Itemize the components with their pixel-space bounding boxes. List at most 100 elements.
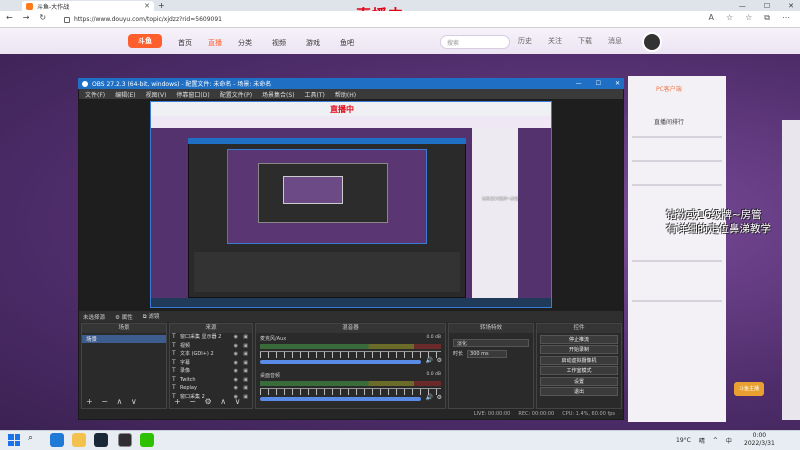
gear-icon[interactable]: ⚙ xyxy=(437,394,442,401)
tray-expand-icon[interactable]: ^ xyxy=(713,437,718,444)
visibility-icon[interactable]: ◉ xyxy=(234,384,238,393)
source-item[interactable]: 录像 ◉ ▣ xyxy=(170,367,252,376)
properties-button[interactable]: ⚙ 属性 xyxy=(115,313,133,321)
start-virtual-camera-button[interactable]: 启动虚拟摄像机 xyxy=(540,355,618,365)
follow-icon[interactable]: 关注 xyxy=(548,36,562,46)
source-item[interactable]: 窗口采集 显示器 2 ◉ ▣ xyxy=(170,333,252,342)
obs-close-button[interactable]: ✕ xyxy=(615,80,620,87)
visibility-icon[interactable]: ◉ xyxy=(234,376,238,385)
nav-home[interactable]: 首页 xyxy=(178,38,192,48)
minimize-button[interactable]: — xyxy=(739,2,746,10)
taskbar-clock[interactable]: 0:00 2022/3/31 xyxy=(744,432,775,448)
source-item[interactable]: 字幕 ◉ ▣ xyxy=(170,359,252,368)
lock-icon[interactable]: ▣ xyxy=(243,359,248,368)
collections-icon[interactable]: ⧉ xyxy=(764,13,770,23)
nav-games[interactable]: 游戏 xyxy=(306,38,320,48)
source-item[interactable]: 文本 (GDI+) 2 ◉ ▣ xyxy=(170,350,252,359)
obs-maximize-button[interactable]: ☐ xyxy=(596,80,601,87)
nav-video[interactable]: 视频 xyxy=(272,38,286,48)
menu-scene-collection[interactable]: 场景集合(S) xyxy=(262,90,295,99)
stop-streaming-button[interactable]: 停止推流 xyxy=(540,334,618,344)
studio-mode-button[interactable]: 工作室模式 xyxy=(540,366,618,375)
settings-button[interactable]: 设置 xyxy=(540,376,618,386)
forward-icon[interactable]: → xyxy=(23,13,30,22)
menu-docks[interactable]: 停靠窗口(D) xyxy=(176,90,209,99)
nav-category[interactable]: 分类 xyxy=(238,38,252,48)
message-icon[interactable]: 消息 xyxy=(608,36,622,46)
favorites-list-icon[interactable]: ☆ xyxy=(745,13,752,23)
maximize-button[interactable]: ☐ xyxy=(764,2,770,10)
avatar[interactable] xyxy=(642,32,662,52)
back-icon[interactable]: ← xyxy=(6,13,13,22)
menu-file[interactable]: 文件(F) xyxy=(85,90,105,99)
scenes-controls[interactable]: + − ∧ ∨ xyxy=(86,397,140,406)
gear-icon[interactable]: ⚙ xyxy=(437,357,442,364)
visibility-icon[interactable]: ◉ xyxy=(234,342,238,351)
obs-taskbar-icon[interactable] xyxy=(118,433,132,447)
site-logo[interactable]: 斗鱼 xyxy=(128,34,162,48)
duration-input[interactable]: 300 ms xyxy=(467,350,508,358)
source-item[interactable]: 视频 ◉ ▣ xyxy=(170,342,252,351)
lock-icon[interactable]: ▣ xyxy=(243,342,248,351)
source-item[interactable]: Replay ◉ ▣ xyxy=(170,384,252,393)
overlay-line-2: 有详细的走位鼻涕教学 xyxy=(666,223,771,235)
steam-icon[interactable] xyxy=(94,433,108,447)
volume-slider[interactable] xyxy=(260,360,421,364)
visibility-icon[interactable]: ◉ xyxy=(234,333,238,342)
refresh-icon[interactable]: ↻ xyxy=(39,13,46,22)
clock-time: 0:00 xyxy=(752,432,767,439)
lock-icon[interactable]: ▣ xyxy=(243,333,248,342)
lock-icon[interactable]: ▣ xyxy=(243,367,248,376)
favorite-icon[interactable]: ☆ xyxy=(726,13,733,23)
lock-icon[interactable]: ▣ xyxy=(243,384,248,393)
browser-tab[interactable]: 斗鱼-大作战 ✕ xyxy=(22,1,154,11)
volume-meter xyxy=(260,381,441,386)
volume-slider[interactable] xyxy=(260,397,421,401)
scene-item[interactable]: 场景 xyxy=(82,335,166,343)
transition-select[interactable]: 淡化 xyxy=(453,339,529,347)
input-method-icon[interactable]: 中 xyxy=(726,436,732,445)
site-search-input[interactable]: 搜索 xyxy=(440,35,510,49)
nav-live[interactable]: 直播 xyxy=(208,38,222,48)
sources-controls[interactable]: + − ⚙ ∧ ∨ xyxy=(174,397,243,406)
transitions-dock: 转场特效 淡化 时长 300 ms xyxy=(448,323,534,409)
speaker-icon[interactable]: 🔊 xyxy=(426,394,433,401)
menu-edit[interactable]: 编辑(E) xyxy=(115,90,135,99)
visibility-icon[interactable]: ◉ xyxy=(234,359,238,368)
nav-fishbar[interactable]: 鱼吧 xyxy=(340,38,354,48)
visibility-icon[interactable]: ◉ xyxy=(234,367,238,376)
tab-close-icon[interactable]: ✕ xyxy=(144,2,150,10)
history-icon[interactable]: 历史 xyxy=(518,36,532,46)
edge-icon[interactable] xyxy=(50,433,64,447)
menu-view[interactable]: 视图(V) xyxy=(146,90,167,99)
close-button[interactable]: ✕ xyxy=(788,2,794,10)
browser-toolbar-icons: A ☆ ☆ ⧉ ⋯ xyxy=(708,13,790,23)
menu-help[interactable]: 帮助(H) xyxy=(335,90,356,99)
menu-profile[interactable]: 配置文件(P) xyxy=(220,90,252,99)
pc-client-link[interactable]: PC客户端 xyxy=(656,84,682,93)
weather-condition[interactable]: 晴 xyxy=(699,436,705,445)
lock-icon[interactable]: ▣ xyxy=(243,393,248,402)
start-icon[interactable] xyxy=(8,434,20,446)
read-aloud-icon[interactable]: A xyxy=(708,13,713,23)
obs-minimize-button[interactable]: — xyxy=(576,80,582,87)
more-icon[interactable]: ⋯ xyxy=(782,13,790,23)
menu-tools[interactable]: 工具(T) xyxy=(305,90,325,99)
start-recording-button[interactable]: 开始录制 xyxy=(540,345,618,354)
wechat-icon[interactable] xyxy=(140,433,154,447)
lock-icon[interactable]: ▣ xyxy=(243,376,248,385)
exit-button[interactable]: 退出 xyxy=(540,387,618,396)
new-tab-button[interactable]: + xyxy=(158,1,165,10)
lock-icon[interactable]: ▣ xyxy=(243,350,248,359)
download-icon[interactable]: 下载 xyxy=(578,36,592,46)
weather-temperature[interactable]: 19°C xyxy=(676,437,691,444)
speaker-icon[interactable]: 🔊 xyxy=(426,357,433,364)
source-item[interactable]: Twitch ◉ ▣ xyxy=(170,376,252,385)
file-explorer-icon[interactable] xyxy=(72,433,86,447)
source-label: 视频 xyxy=(180,342,191,349)
preview-side-panel xyxy=(472,128,518,298)
visibility-icon[interactable]: ◉ xyxy=(234,350,238,359)
filters-button[interactable]: ⧉ 滤镜 xyxy=(143,312,160,321)
search-icon[interactable]: ⌕ xyxy=(28,433,42,447)
url-field[interactable]: https://www.douyu.com/topic/xjdzz?rid=56… xyxy=(64,14,324,25)
